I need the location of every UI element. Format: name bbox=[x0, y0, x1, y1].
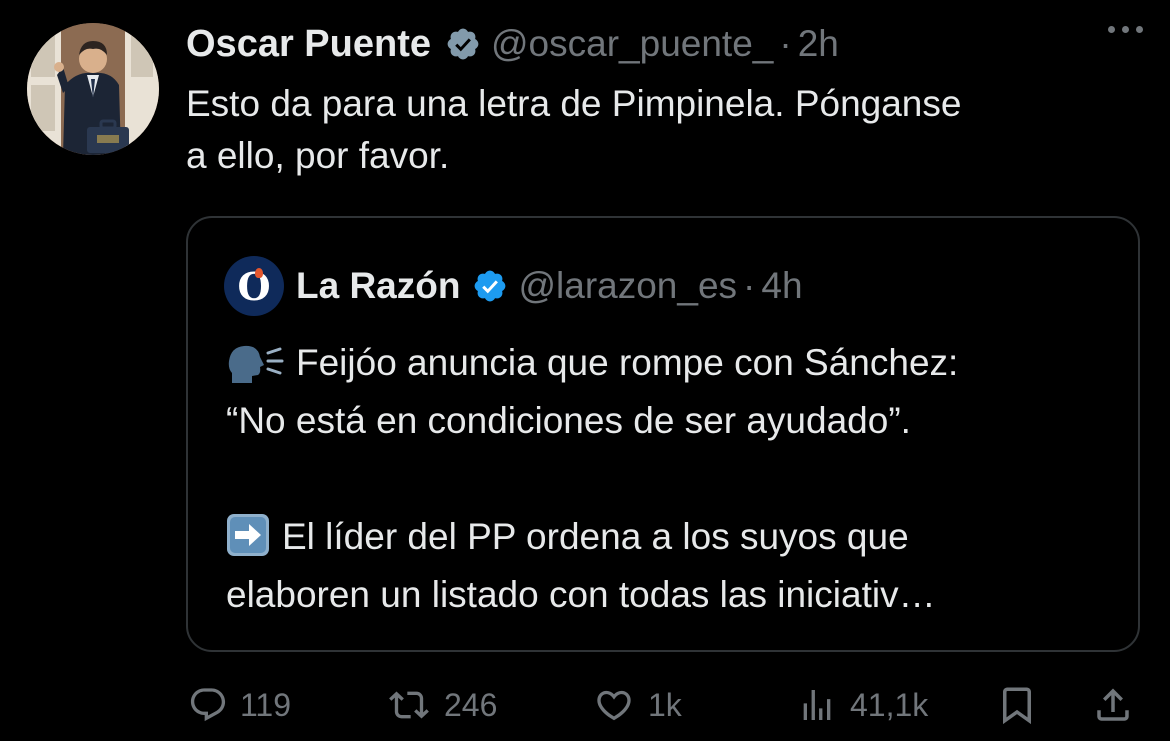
quoted-text-line: El líder del PP ordena a los suyos que bbox=[282, 516, 909, 557]
quoted-tweet-time[interactable]: 4h bbox=[761, 265, 802, 306]
like-button[interactable]: 1k bbox=[592, 680, 682, 730]
quoted-tweet-header: La Razón @larazon_es · 4h bbox=[296, 260, 803, 312]
separator-dot: · bbox=[779, 23, 792, 64]
like-count: 1k bbox=[648, 686, 682, 723]
reply-icon bbox=[190, 688, 226, 722]
reply-count: 119 bbox=[240, 686, 292, 723]
avatar-photo bbox=[27, 23, 159, 155]
separator-dot: · bbox=[743, 265, 756, 306]
quoted-text-line: Feijóo anuncia que rompe con Sánchez: bbox=[296, 342, 959, 383]
quoted-tweet-text: Feijóo anuncia que rompe con Sánchez: “N… bbox=[226, 334, 1126, 624]
right-arrow-emoji bbox=[226, 513, 270, 557]
quoted-author-avatar[interactable]: O bbox=[224, 256, 284, 316]
tweet-text-line: Esto da para una letra de Pimpinela. Pón… bbox=[186, 83, 962, 124]
bookmark-button[interactable] bbox=[996, 680, 1038, 730]
like-icon bbox=[597, 690, 631, 721]
tweet-time[interactable]: 2h bbox=[798, 23, 839, 64]
tweet-text: Esto da para una letra de Pimpinela. Pón… bbox=[186, 78, 1146, 182]
speaking-head-emoji bbox=[226, 343, 284, 383]
quoted-author-name[interactable]: La Razón bbox=[296, 265, 460, 307]
reply-button[interactable]: 119 bbox=[188, 680, 291, 730]
views-button[interactable]: 41,1k bbox=[796, 680, 928, 730]
action-bar: 119 246 1k 41,1k bbox=[186, 680, 1146, 730]
views-count: 41,1k bbox=[850, 686, 929, 723]
more-options-icon[interactable] bbox=[1108, 26, 1143, 33]
repost-count: 246 bbox=[444, 686, 498, 723]
views-icon bbox=[803, 690, 831, 720]
flame-accent bbox=[255, 268, 263, 278]
share-icon bbox=[1097, 688, 1129, 721]
repost-icon bbox=[389, 691, 429, 719]
bookmark-icon bbox=[1003, 687, 1031, 725]
quoted-text-line: “No está en condiciones de ser ayudado”. bbox=[226, 400, 911, 441]
share-button[interactable] bbox=[1092, 680, 1134, 730]
quoted-avatar-letter: O bbox=[237, 263, 271, 309]
tweet-text-line: a ello, por favor. bbox=[186, 135, 450, 176]
verified-badge-icon bbox=[472, 268, 508, 304]
quoted-text-line: elaboren un listado con todas las inicia… bbox=[226, 574, 936, 615]
quoted-author-handle[interactable]: @larazon_es bbox=[518, 265, 737, 306]
tweet-header: Oscar Puente @oscar_puente_ · 2h bbox=[186, 20, 839, 68]
author-name[interactable]: Oscar Puente bbox=[186, 23, 431, 66]
author-avatar[interactable] bbox=[27, 23, 159, 155]
verified-badge-icon bbox=[445, 26, 481, 62]
quoted-tweet-card[interactable]: O La Razón @larazon_es · 4h Feijóo anuncia bbox=[186, 216, 1140, 652]
repost-button[interactable]: 246 bbox=[386, 680, 497, 730]
author-handle[interactable]: @oscar_puente_ bbox=[491, 23, 773, 64]
